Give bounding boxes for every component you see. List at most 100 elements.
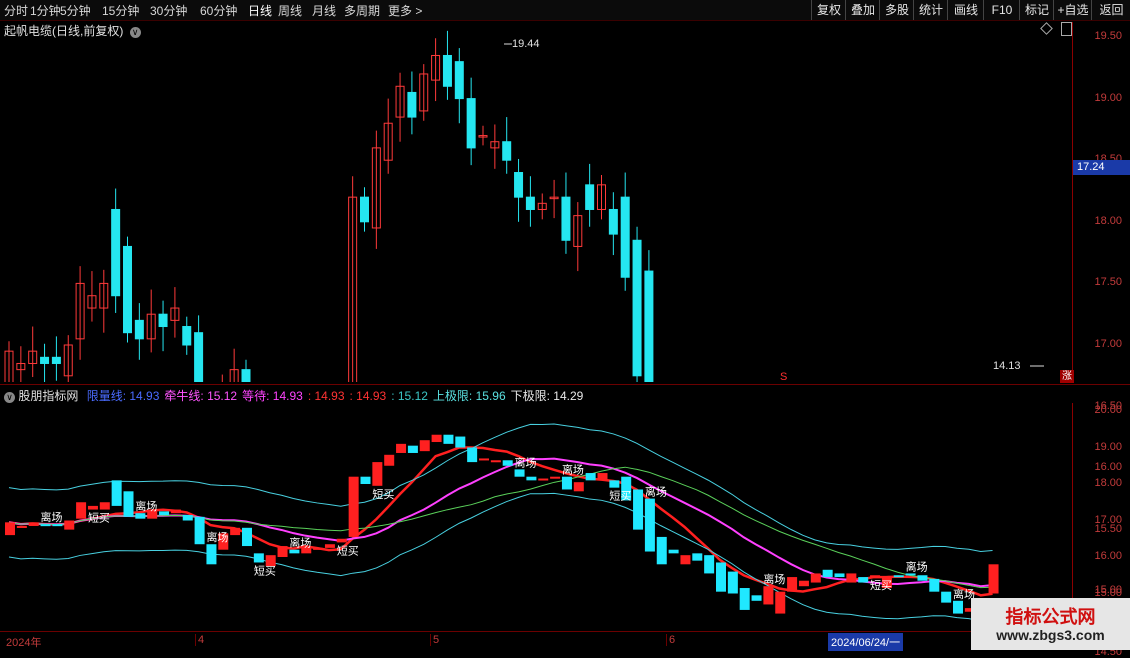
toolbar-button-8[interactable]: 返回: [1091, 0, 1130, 20]
indicator-bar: [182, 515, 193, 521]
indicator-tick: 16.00: [1094, 550, 1122, 562]
indicator-bar: [170, 509, 181, 514]
tab-8[interactable]: 月线: [312, 2, 336, 19]
indicator-bar: [159, 511, 170, 516]
exit-signal: 离场: [206, 530, 228, 544]
buy-signal: 短买: [870, 578, 892, 592]
indicator-bar: [787, 577, 798, 592]
candle-body: [502, 141, 512, 161]
indicator-bar: [419, 440, 430, 452]
toolbar-button-1[interactable]: 叠加: [845, 0, 880, 20]
indicator-bar: [99, 502, 110, 510]
indicator-bar: [289, 549, 300, 554]
tab-4[interactable]: 30分钟: [150, 2, 187, 19]
indicator-bar: [597, 473, 608, 481]
indicator-bar: [360, 476, 371, 484]
indicator-bar: [870, 575, 881, 578]
indicator-bar: [680, 555, 691, 565]
exit-signal: 离场: [41, 510, 63, 524]
indicator-title: 股朋指标网: [18, 389, 79, 403]
indicator-tick: 18.00: [1094, 477, 1122, 489]
candle-body: [111, 208, 121, 297]
exit-signal: 离场: [763, 572, 785, 586]
indicator-tick: 15.00: [1094, 586, 1122, 599]
indicator-bar: [467, 447, 478, 463]
candle-body: [158, 313, 168, 328]
indicator-bar: [905, 573, 916, 576]
chevron-down-icon[interactable]: ∨: [4, 392, 15, 403]
indicator-bar: [550, 476, 561, 479]
indicator-bar: [76, 502, 87, 519]
indicator-bar: [455, 436, 466, 448]
watermark-title: 指标公式网: [1005, 607, 1096, 627]
green-ma-line: [8, 466, 993, 589]
sell-marker: S: [780, 371, 788, 383]
candle-body: [194, 332, 204, 382]
indicator-bar: [775, 591, 786, 614]
candle-body: [561, 196, 571, 241]
tab-1[interactable]: 1分钟: [30, 2, 61, 19]
indicator-bar: [265, 555, 276, 567]
indicator-bar: [573, 482, 584, 492]
indicator-bar: [988, 564, 999, 594]
indicator-bar: [490, 460, 501, 463]
tab-10[interactable]: 更多 >: [388, 2, 422, 19]
toolbar-button-0[interactable]: 复权: [811, 0, 846, 20]
candle-body: [360, 196, 369, 223]
tab-2[interactable]: 5分钟: [60, 2, 91, 19]
indicator-bar: [739, 588, 750, 610]
price-tick: 17.50: [1094, 276, 1122, 289]
toolbar-button-3[interactable]: 统计: [913, 0, 948, 20]
candle-body: [620, 196, 630, 278]
indicator-bar: [526, 476, 537, 481]
candle-body: [442, 54, 452, 87]
indicator-bar: [917, 575, 928, 581]
tab-9[interactable]: 多周期: [344, 2, 380, 19]
toolbar-button-5[interactable]: F10: [983, 0, 1020, 20]
tab-5[interactable]: 60分钟: [200, 2, 237, 19]
toolbar-button-4[interactable]: 画线: [947, 0, 984, 20]
legend-item-4: : 14.93: [349, 389, 387, 403]
indicator-bar: [514, 469, 525, 477]
indicator-bar: [953, 600, 963, 614]
indicator-bar: [585, 473, 596, 481]
indicator-bar: [123, 491, 134, 517]
exit-signal: 离场: [289, 536, 311, 550]
indicator-bar: [561, 476, 572, 490]
buy-signal: 短买: [337, 543, 359, 557]
indicator-bar: [5, 522, 15, 536]
candle-body: [407, 91, 417, 118]
tab-7[interactable]: 周线: [278, 2, 302, 19]
toolbar-button-6[interactable]: 标记: [1019, 0, 1054, 20]
high-price-label: 19.44: [512, 38, 540, 50]
indicator-bar: [16, 525, 27, 528]
indicator-bar: [633, 489, 644, 530]
last-price-tag: 17.24: [1073, 160, 1130, 175]
tab-6[interactable]: 日线: [248, 2, 272, 19]
indicator-bar: [230, 527, 241, 536]
price-tick: 18.00: [1094, 214, 1122, 227]
tab-3[interactable]: 15分钟: [102, 2, 139, 19]
candlestick-chart[interactable]: [0, 22, 1073, 382]
indicator-bar: [64, 520, 75, 530]
indicator-bar: [253, 553, 264, 563]
toolbar-button-2[interactable]: 多股: [879, 0, 914, 20]
legend-item-5: : 15.12: [391, 389, 428, 403]
exit-signal: 离场: [562, 463, 584, 477]
watermark: 指标公式网 www.zbgs3.com: [971, 598, 1130, 650]
indicator-bar: [384, 454, 395, 466]
indicator-bar: [810, 573, 821, 583]
watermark-url: www.zbgs3.com: [996, 627, 1105, 643]
indicator-bar: [52, 524, 63, 527]
indicator-bar: [87, 505, 98, 510]
toolbar-button-7[interactable]: +自选: [1053, 0, 1092, 20]
magenta-ma-line: [8, 457, 993, 588]
period-toolbar: 分时 1分钟 5分钟 15分钟 30分钟 60分钟 日线 周线 月线 多周期 更多 > 复权 叠加 多股…: [0, 0, 1130, 21]
indicator-bar: [431, 434, 442, 443]
legend-item-3: : 14.93: [307, 389, 345, 403]
indicator-chart[interactable]: 离场离场离场离场离场离场离场离场离场离场短买短买短买短买短买短买短买: [0, 403, 1073, 631]
legend-item-2: 等待: 14.93: [242, 389, 303, 403]
legend-item-6: 上极限: 15.96: [432, 389, 506, 403]
tab-0[interactable]: 分时: [4, 2, 28, 19]
legend-item-1: 牵牛线: 15.12: [164, 389, 238, 403]
